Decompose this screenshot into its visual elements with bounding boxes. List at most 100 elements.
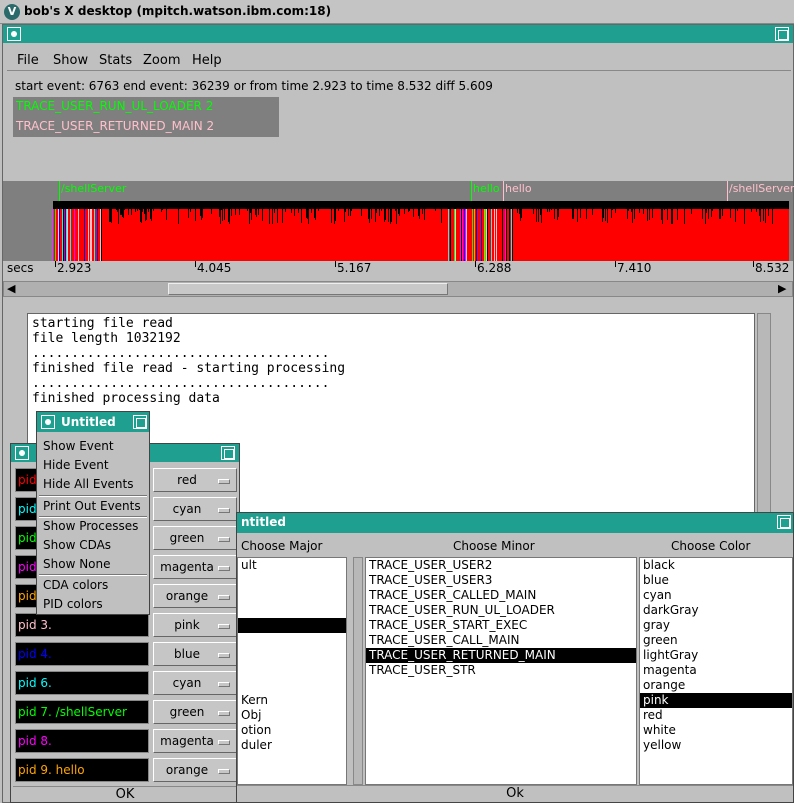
menu-hide-event[interactable]: Hide Event xyxy=(43,458,109,472)
color-list-item[interactable]: gray xyxy=(640,618,792,633)
minor-list-item[interactable]: TRACE_USER_RUN_UL_LOADER xyxy=(366,603,636,618)
axis-unit-label: secs xyxy=(7,261,34,275)
axis-tick xyxy=(195,261,196,267)
minor-list-item[interactable]: TRACE_USER_RETURNED_MAIN xyxy=(366,648,636,663)
event-mark xyxy=(66,201,67,261)
color-list-item[interactable]: green xyxy=(640,633,792,648)
menu-show-processes[interactable]: Show Processes xyxy=(43,519,138,533)
minor-list-item[interactable]: TRACE_USER_START_EXEC xyxy=(366,618,636,633)
color-list[interactable]: black blue cyan darkGray gray green lightGray m… xyxy=(639,557,793,785)
minor-header: Choose Minor xyxy=(453,539,535,553)
major-list-item[interactable] xyxy=(238,648,346,663)
pid-color-select[interactable]: pink xyxy=(153,613,237,637)
pid-color-select[interactable]: orange xyxy=(153,758,237,782)
color-list-item[interactable]: lightGray xyxy=(640,648,792,663)
minor-list-item[interactable]: TRACE_USER_CALL_MAIN xyxy=(366,633,636,648)
timeline-scrollbar[interactable]: ◀ ▶ xyxy=(3,281,793,297)
menu-file[interactable]: File xyxy=(17,53,39,68)
window-menu-icon[interactable] xyxy=(7,27,21,41)
scroll-thumb[interactable] xyxy=(168,283,448,295)
color-list-item[interactable]: white xyxy=(640,723,792,738)
major-list-item[interactable] xyxy=(238,618,346,633)
event-mark xyxy=(494,201,495,261)
choose-titlebar[interactable]: ntitled xyxy=(237,513,793,533)
pid-color-select[interactable]: green xyxy=(153,700,237,724)
main-titlebar[interactable] xyxy=(3,25,793,43)
menu-stats[interactable]: Stats xyxy=(99,53,132,68)
major-scrollbar[interactable] xyxy=(353,557,363,785)
major-list-item[interactable]: ult xyxy=(238,558,346,573)
major-list-item[interactable] xyxy=(238,573,346,588)
axis-tick-label: 6.288 xyxy=(477,261,512,275)
major-list-item[interactable]: Kern xyxy=(238,693,346,708)
maximize-icon[interactable] xyxy=(777,515,791,529)
major-list-item[interactable]: Obj xyxy=(238,708,346,723)
color-list-item[interactable]: red xyxy=(640,708,792,723)
menu-show-event[interactable]: Show Event xyxy=(43,439,114,453)
minor-list[interactable]: TRACE_USER_USER2 TRACE_USER_USER3 TRACE_US… xyxy=(365,557,637,785)
major-list-item[interactable] xyxy=(238,663,346,678)
pid-color-select[interactable]: cyan xyxy=(153,671,237,695)
window-menu-icon[interactable] xyxy=(15,446,29,460)
event-strip[interactable] xyxy=(53,201,789,261)
pid-color-select[interactable]: orange xyxy=(153,584,237,608)
major-list-item[interactable]: duler xyxy=(238,738,346,753)
axis-tick-label: 2.923 xyxy=(57,261,92,275)
major-list-item[interactable] xyxy=(238,678,346,693)
color-list-item[interactable]: darkGray xyxy=(640,603,792,618)
major-list-item[interactable] xyxy=(238,633,346,648)
pid-color-select[interactable]: magenta xyxy=(153,729,237,753)
popup-titlebar[interactable]: Untitled xyxy=(37,412,149,432)
maximize-icon[interactable] xyxy=(775,27,789,41)
color-list-item[interactable]: blue xyxy=(640,573,792,588)
color-list-item[interactable]: yellow xyxy=(640,738,792,753)
menu-show-cdas[interactable]: Show CDAs xyxy=(43,538,111,552)
event-mark xyxy=(448,201,449,261)
menu-print-out-events[interactable]: Print Out Events xyxy=(43,499,141,513)
pid-color-select[interactable]: magenta xyxy=(153,555,237,579)
menu-separator xyxy=(39,495,147,497)
menu-pid-colors[interactable]: PID colors xyxy=(43,597,103,611)
color-list-item[interactable]: magenta xyxy=(640,663,792,678)
major-list[interactable]: ult Kern Obj otion duler xyxy=(237,557,347,785)
menu-show-none[interactable]: Show None xyxy=(43,557,111,571)
color-list-item[interactable]: cyan xyxy=(640,588,792,603)
menu-show[interactable]: Show xyxy=(53,53,88,68)
major-list-item[interactable]: otion xyxy=(238,723,346,738)
menu-zoom[interactable]: Zoom xyxy=(143,53,180,68)
pid-color-select[interactable]: cyan xyxy=(153,497,237,521)
pid-color-select[interactable]: red xyxy=(153,468,237,492)
event-mark xyxy=(487,201,488,261)
major-list-item[interactable] xyxy=(238,588,346,603)
event-mark xyxy=(481,201,482,261)
minor-list-item[interactable]: TRACE_USER_STR xyxy=(366,663,636,678)
minor-list-item[interactable]: TRACE_USER_USER2 xyxy=(366,558,636,573)
major-list-item[interactable] xyxy=(238,603,346,618)
choose-ok-button[interactable]: Ok xyxy=(237,785,793,803)
console-line: finished file read - starting processing xyxy=(32,361,346,376)
menu-help[interactable]: Help xyxy=(192,53,222,68)
event-mark xyxy=(78,201,79,261)
color-list-item[interactable]: black xyxy=(640,558,792,573)
pid-ok-button[interactable]: OK xyxy=(13,786,237,802)
event-mark xyxy=(502,201,503,261)
scroll-left-icon[interactable]: ◀ xyxy=(7,282,15,295)
axis-tick xyxy=(615,261,616,267)
timeline-panel[interactable]: /shellServer hello hello /shellServer se… xyxy=(3,181,794,281)
color-list-item[interactable]: pink xyxy=(640,693,792,708)
minor-list-item[interactable]: TRACE_USER_USER3 xyxy=(366,573,636,588)
minor-list-item[interactable]: TRACE_USER_CALLED_MAIN xyxy=(366,588,636,603)
scroll-right-icon[interactable]: ▶ xyxy=(778,282,786,295)
console-scrollbar[interactable] xyxy=(757,313,771,513)
color-list-item[interactable]: orange xyxy=(640,678,792,693)
axis-tick-label: 5.167 xyxy=(337,261,372,275)
maximize-icon[interactable] xyxy=(221,446,235,460)
pid-color-select[interactable]: blue xyxy=(153,642,237,666)
menu-cda-colors[interactable]: CDA colors xyxy=(43,578,108,592)
window-menu-icon[interactable] xyxy=(41,415,55,429)
axis-tick-label: 8.532 xyxy=(755,261,790,275)
pid-color-select[interactable]: green xyxy=(153,526,237,550)
maximize-icon[interactable] xyxy=(133,415,147,429)
menu-separator xyxy=(39,516,147,518)
menu-hide-all-events[interactable]: Hide All Events xyxy=(43,477,134,491)
